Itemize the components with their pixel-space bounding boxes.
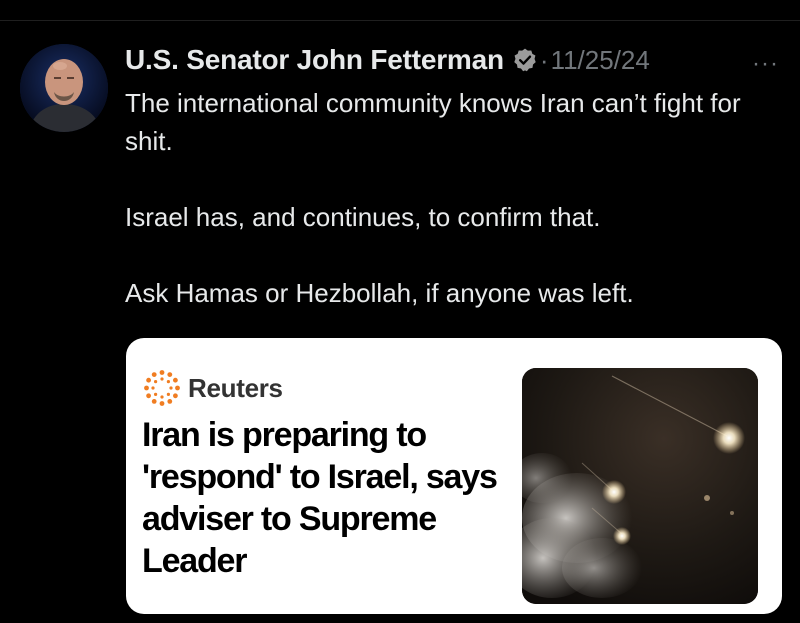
more-options-icon[interactable]: ··· [752,50,779,78]
link-card[interactable]: Reuters Iran is preparing to 'respond' t… [126,338,782,614]
separator-dot: · [539,44,549,75]
card-headline[interactable]: Iran is preparing to 'respond' to Israel… [142,414,512,582]
card-thumbnail[interactable] [522,368,758,604]
tweet-header: U.S. Senator John Fetterman · 11/25/24 [125,42,650,78]
card-source: Reuters [142,368,283,408]
tweet-paragraph: The international community knows Iran c… [125,88,741,156]
top-divider [0,20,800,21]
author-name[interactable]: U.S. Senator John Fetterman [125,44,504,76]
reuters-logo-icon [144,370,180,406]
tweet-paragraph: Israel has, and continues, to confirm th… [125,202,601,232]
tweet-date[interactable]: 11/25/24 [551,45,650,76]
verified-badge-icon[interactable] [512,47,538,73]
source-name: Reuters [188,372,283,403]
avatar[interactable] [20,44,108,132]
tweet-text: The international community knows Iran c… [125,84,785,312]
tweet-paragraph: Ask Hamas or Hezbollah, if anyone was le… [125,278,634,308]
